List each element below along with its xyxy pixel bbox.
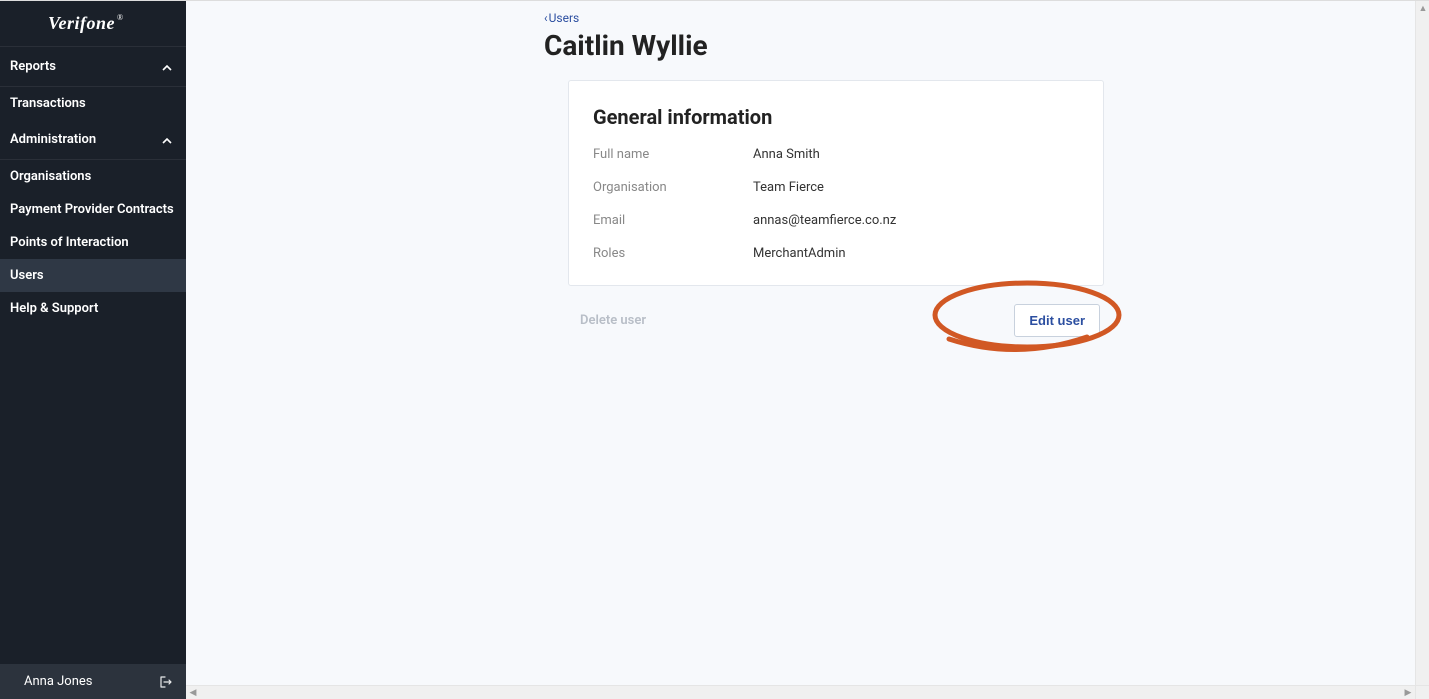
sidebar-section-reports[interactable]: Reports: [0, 47, 186, 87]
field-value: MerchantAdmin: [753, 246, 846, 261]
scroll-up-arrow-icon[interactable]: ▲: [1416, 1, 1429, 15]
chevron-up-icon: [162, 62, 172, 72]
current-user-label: Anna Jones: [24, 674, 93, 689]
sidebar-nav: Reports Transactions Administration Orga…: [0, 47, 186, 664]
field-email: Email annas@teamfierce.co.nz: [593, 213, 1079, 228]
scroll-corner: [1415, 685, 1429, 699]
sidebar-item-label: Points of Interaction: [10, 235, 129, 250]
general-info-card: General information Full name Anna Smith…: [568, 80, 1104, 286]
field-organisation: Organisation Team Fierce: [593, 180, 1079, 195]
field-full-name: Full name Anna Smith: [593, 147, 1079, 162]
field-label: Email: [593, 213, 753, 228]
sidebar-item-organisations[interactable]: Organisations: [0, 160, 186, 193]
sidebar-item-label: Help & Support: [10, 301, 98, 316]
logout-icon[interactable]: [160, 676, 172, 688]
main-content: ‹Users Caitlin Wyllie General informatio…: [186, 1, 1429, 699]
sidebar-item-label: Transactions: [10, 96, 86, 111]
chevron-up-icon: [162, 135, 172, 145]
breadcrumb-back[interactable]: ‹Users: [544, 11, 1409, 25]
scroll-left-arrow-icon[interactable]: ◀: [186, 686, 200, 699]
sidebar-item-ppc[interactable]: Payment Provider Contracts: [0, 193, 186, 226]
sidebar-item-poi[interactable]: Points of Interaction: [0, 226, 186, 259]
brand-logo: Verifone®: [0, 1, 186, 47]
horizontal-scrollbar[interactable]: ◀ ▶: [186, 685, 1415, 699]
registered-mark: ®: [117, 13, 124, 22]
sidebar-section-administration[interactable]: Administration: [0, 120, 186, 160]
field-roles: Roles MerchantAdmin: [593, 246, 1079, 261]
field-value: Team Fierce: [753, 180, 824, 195]
sidebar-item-users[interactable]: Users: [0, 259, 186, 292]
sidebar-item-transactions[interactable]: Transactions: [0, 87, 186, 120]
scroll-right-arrow-icon[interactable]: ▶: [1401, 686, 1415, 699]
field-label: Organisation: [593, 180, 753, 195]
actions-row: Delete user Edit user: [568, 286, 1104, 337]
delete-user-link[interactable]: Delete user: [580, 313, 646, 328]
sidebar-item-label: Users: [10, 268, 44, 283]
sidebar-item-help[interactable]: Help & Support: [0, 292, 186, 325]
sidebar: Verifone® Reports Transactions Administr…: [0, 1, 186, 699]
sidebar-section-label: Reports: [10, 59, 56, 74]
chevron-left-icon: ‹: [544, 11, 548, 25]
sidebar-item-label: Organisations: [10, 169, 91, 184]
field-label: Full name: [593, 147, 753, 162]
field-value: annas@teamfierce.co.nz: [753, 213, 896, 228]
sidebar-section-label: Administration: [10, 132, 96, 147]
breadcrumb-label: Users: [549, 11, 580, 25]
edit-user-button[interactable]: Edit user: [1014, 304, 1100, 337]
sidebar-footer: Anna Jones: [0, 664, 186, 699]
field-value: Anna Smith: [753, 147, 820, 162]
sidebar-item-label: Payment Provider Contracts: [10, 202, 174, 217]
vertical-scrollbar[interactable]: ▲: [1415, 1, 1429, 685]
brand-text: Verifone: [48, 13, 115, 33]
field-label: Roles: [593, 246, 753, 261]
card-heading: General information: [593, 105, 1079, 129]
page-title: Caitlin Wyllie: [544, 29, 1409, 62]
